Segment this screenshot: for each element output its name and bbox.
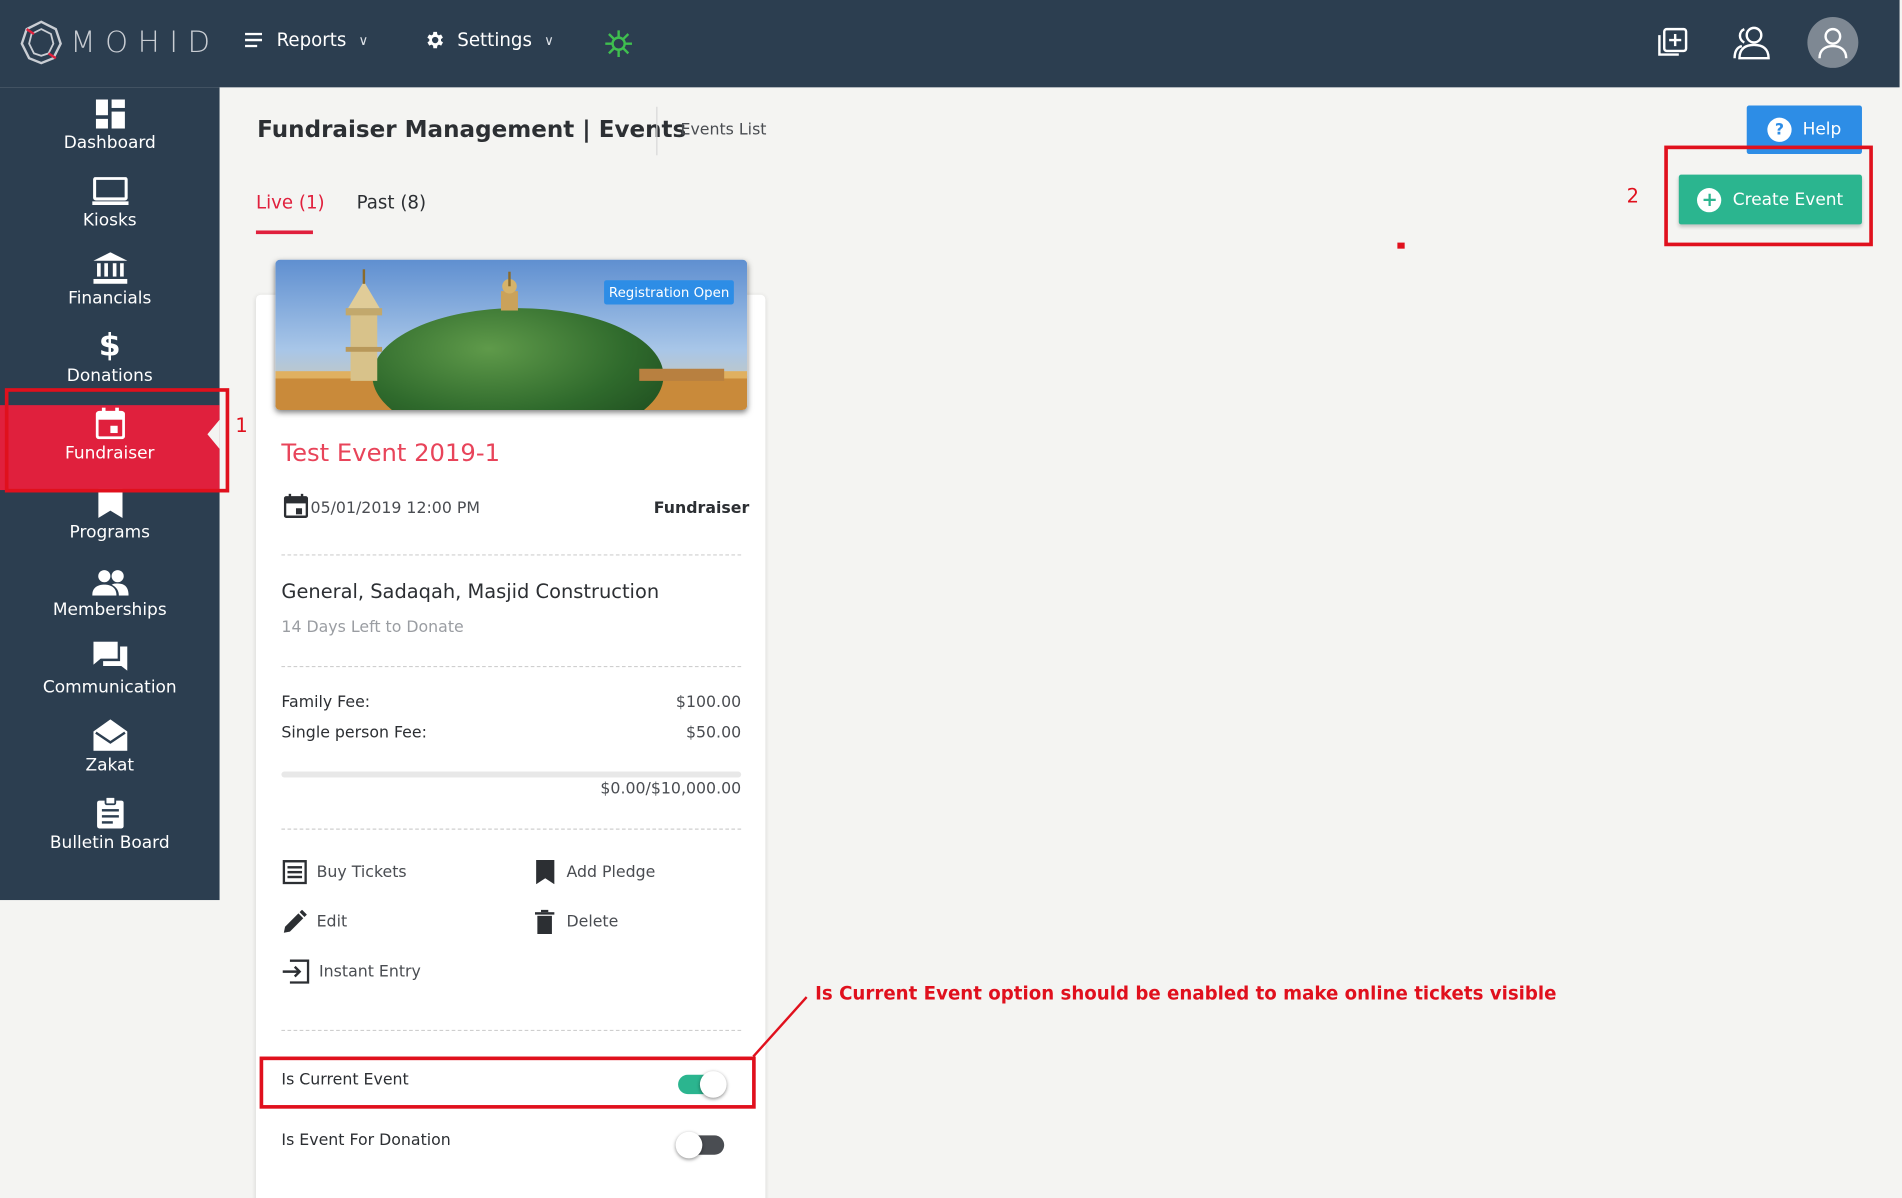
toggle-knob	[675, 1131, 703, 1159]
users-icon[interactable]	[1732, 24, 1771, 65]
screenshot-stage: MOHID Reports ∨ Settings ∨ Dashboard Kio…	[0, 0, 1902, 1198]
app-window: MOHID Reports ∨ Settings ∨ Dashboard Kio…	[0, 0, 1902, 1198]
annotation-note: Is Current Event option should be enable…	[815, 982, 1557, 1005]
annotation-marker: 2	[1626, 184, 1640, 208]
add-document-icon[interactable]	[1657, 27, 1689, 63]
is-event-for-donation-toggle[interactable]	[675, 1131, 725, 1159]
user-icon	[1818, 27, 1848, 59]
help-button-label: Help	[1802, 120, 1842, 140]
user-avatar[interactable]	[1807, 16, 1859, 68]
question-icon: ?	[1767, 117, 1792, 142]
annotation-dot	[1397, 242, 1405, 249]
annotation-pointer-line	[752, 996, 808, 1058]
is-event-for-donation-label: Is Event For Donation	[281, 1131, 451, 1150]
annotation-box-create-event	[1664, 145, 1873, 247]
